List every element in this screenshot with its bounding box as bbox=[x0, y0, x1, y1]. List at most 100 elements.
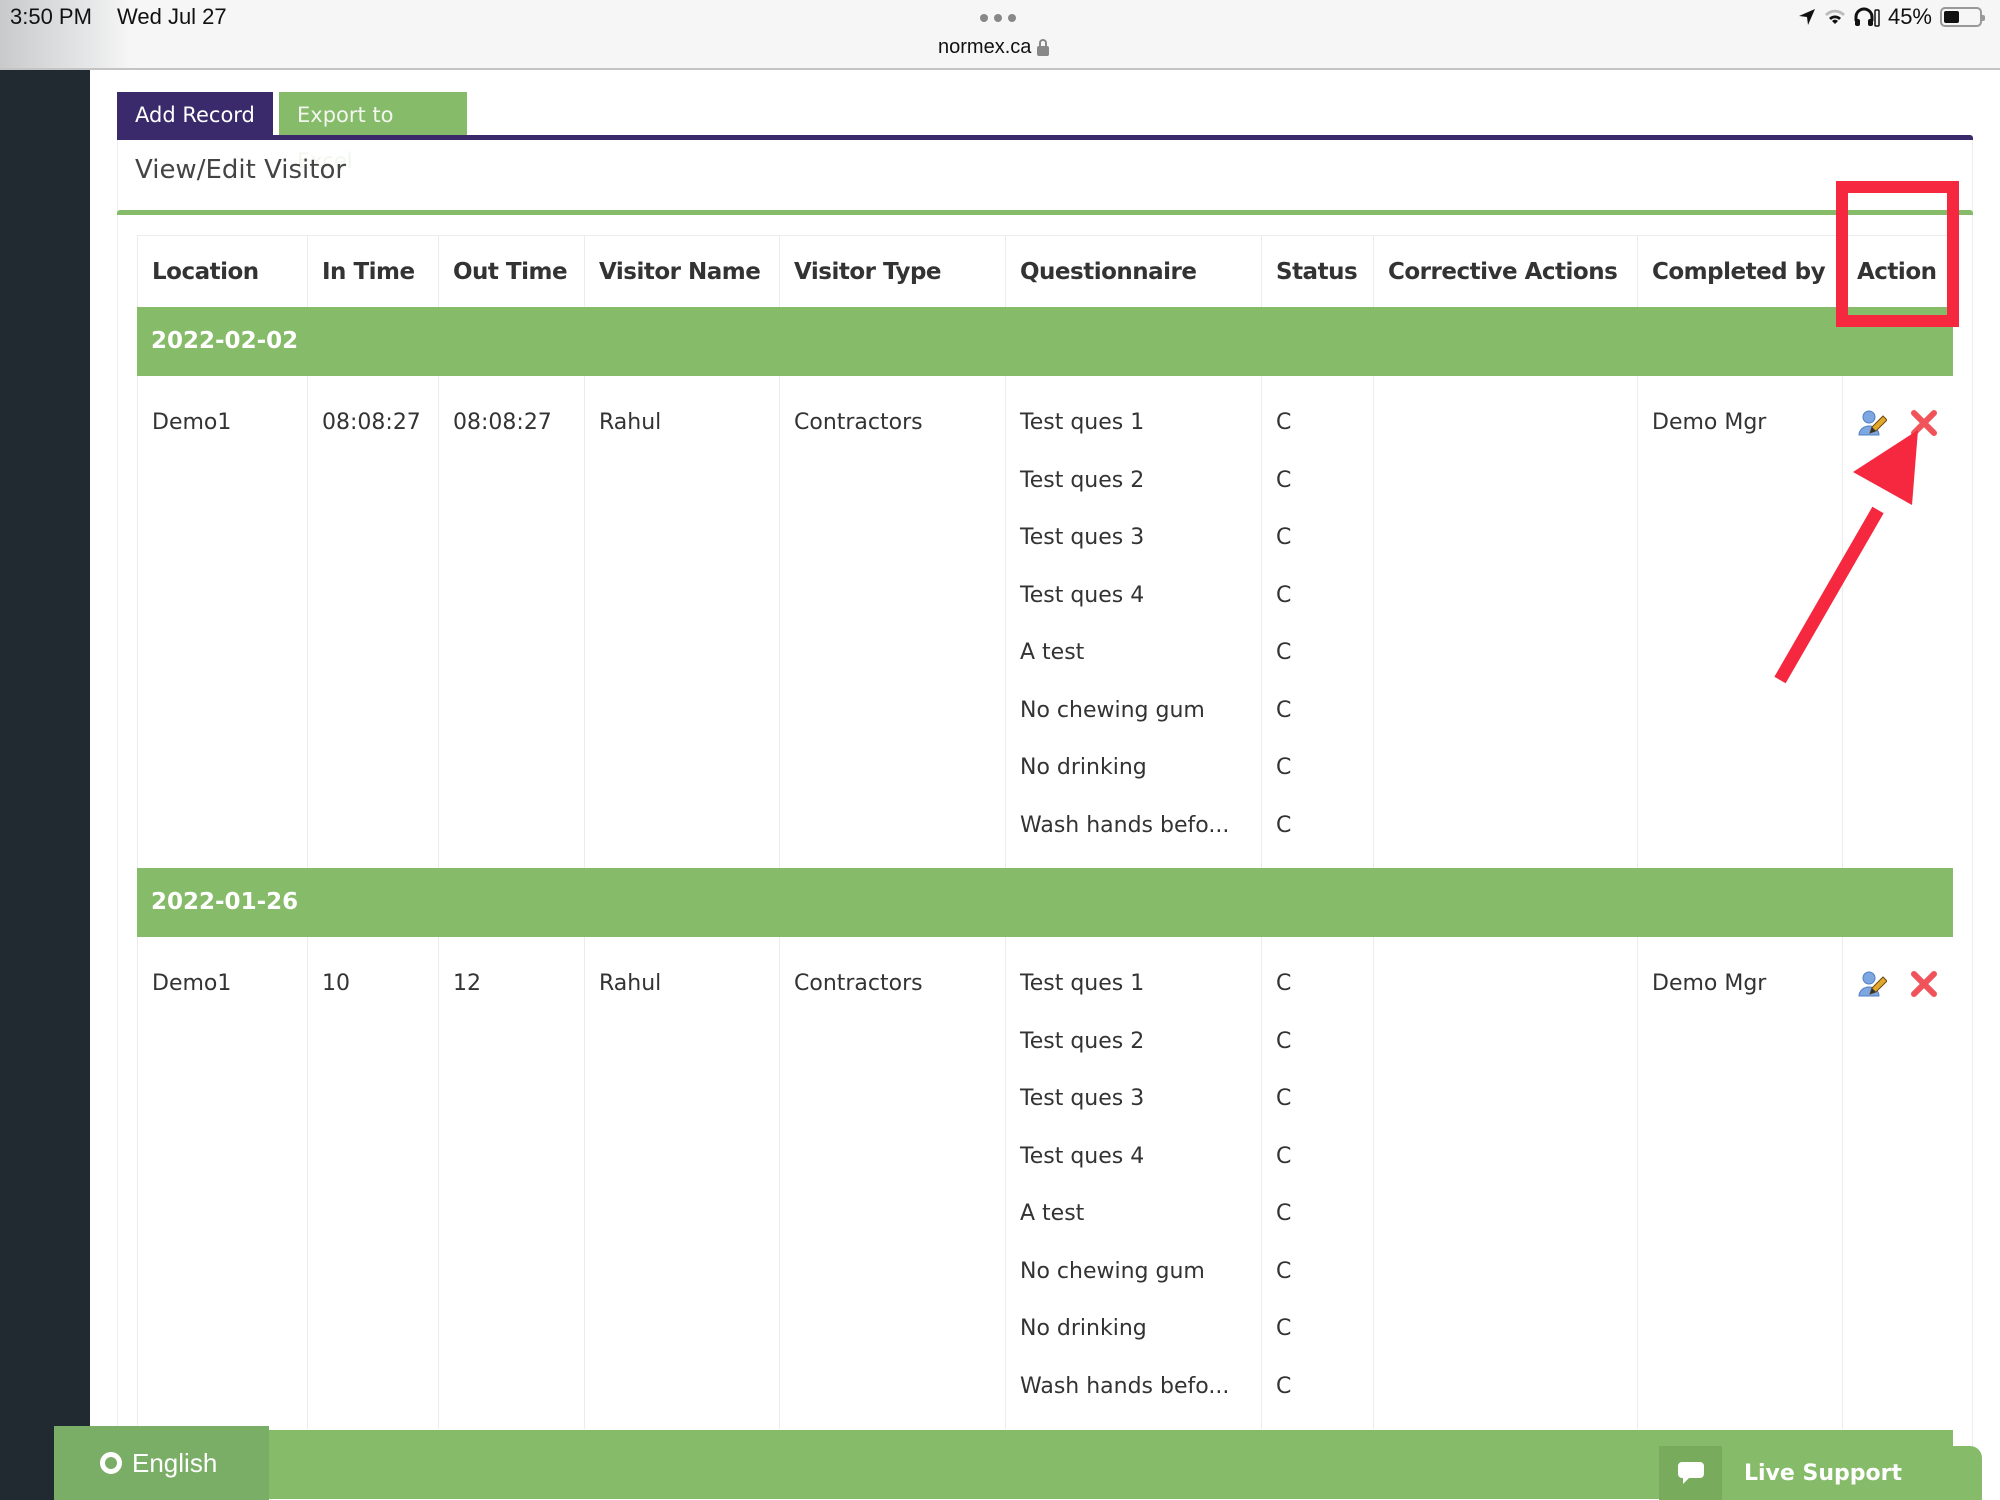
status-date: Wed Jul 27 bbox=[117, 4, 227, 29]
visitor-type-value: Contractors bbox=[794, 971, 923, 996]
add-record-button[interactable]: Add Record bbox=[117, 92, 273, 135]
column-header-completed-by: Completed by bbox=[1637, 236, 1842, 308]
status-value: C bbox=[1276, 1258, 1292, 1284]
address-bar[interactable]: normex.ca bbox=[938, 36, 1050, 59]
status-value: C bbox=[1276, 1028, 1292, 1054]
column-header-in-time: In Time bbox=[307, 236, 438, 308]
questionnaire-item: No drinking bbox=[1020, 755, 1147, 780]
questionnaire-item: No chewing gum bbox=[1020, 697, 1205, 723]
visitor-name-value: Rahul bbox=[599, 971, 662, 996]
status-value: C bbox=[1276, 812, 1292, 838]
cell-completed-by: Demo Mgr bbox=[1637, 376, 1842, 868]
group-date: 2022-01-26 bbox=[151, 889, 299, 915]
edit-user-icon[interactable] bbox=[1857, 969, 1887, 999]
cell-corrective-actions bbox=[1373, 937, 1637, 1429]
status-value: C bbox=[1276, 640, 1292, 665]
cell-action bbox=[1842, 376, 1953, 868]
questionnaire-item: Wash hands befo... bbox=[1020, 1373, 1230, 1399]
cell-visitor-type: Contractors bbox=[779, 376, 1005, 868]
column-header-out-time: Out Time bbox=[438, 236, 584, 308]
questionnaire-item: A test bbox=[1020, 1201, 1085, 1226]
questionnaire-item: Test ques 3 bbox=[1020, 1086, 1145, 1111]
globe-icon bbox=[100, 1452, 122, 1474]
visitor-name-value: Rahul bbox=[599, 410, 662, 435]
status-value: C bbox=[1276, 697, 1292, 723]
language-label: English bbox=[132, 1447, 218, 1478]
row-actions bbox=[1857, 955, 1953, 1013]
status-value: C bbox=[1276, 1373, 1292, 1399]
chat-bubble-icon bbox=[1659, 1446, 1722, 1500]
location-value: Demo1 bbox=[152, 971, 232, 996]
status-value: C bbox=[1276, 410, 1292, 435]
cell-corrective-actions bbox=[1373, 376, 1637, 868]
in-time-value: 10 bbox=[322, 971, 350, 996]
out-time-value: 12 bbox=[453, 971, 481, 996]
cell-status: C C C C C C C C bbox=[1261, 937, 1373, 1429]
cell-in-time: 08:08:27 bbox=[307, 376, 438, 868]
cell-out-time: 12 bbox=[438, 937, 584, 1429]
status-value: C bbox=[1276, 582, 1292, 608]
status-value: C bbox=[1276, 1201, 1292, 1226]
lock-icon bbox=[1037, 38, 1050, 56]
status-value: C bbox=[1276, 525, 1292, 550]
status-value: C bbox=[1276, 1316, 1292, 1341]
status-value: C bbox=[1276, 755, 1292, 780]
cell-out-time: 08:08:27 bbox=[438, 376, 584, 868]
questionnaire-item: Test ques 2 bbox=[1020, 467, 1145, 493]
multitasking-dots-icon[interactable] bbox=[980, 14, 1016, 22]
battery-icon bbox=[1940, 7, 1985, 27]
highlight-box-annotation bbox=[1836, 181, 1959, 327]
completed-by-value: Demo Mgr bbox=[1652, 410, 1767, 435]
questionnaire-item: Test ques 4 bbox=[1020, 1143, 1145, 1169]
cell-questionnaire: Test ques 1 Test ques 2 Test ques 3 Test qu… bbox=[1005, 376, 1261, 868]
questionnaire-item: Test ques 1 bbox=[1020, 410, 1145, 435]
panel-title-divider bbox=[117, 210, 1973, 215]
location-arrow-icon bbox=[1798, 9, 1815, 25]
column-header-corrective-actions: Corrective Actions bbox=[1373, 236, 1637, 308]
language-selector[interactable]: English bbox=[54, 1426, 269, 1500]
questionnaire-item: Test ques 3 bbox=[1020, 525, 1145, 550]
location-value: Demo1 bbox=[152, 410, 232, 435]
toolbar: Add Record Export to Excel bbox=[117, 92, 467, 173]
corrective-actions-value bbox=[1388, 394, 1637, 452]
export-to-excel-button[interactable]: Export to Excel bbox=[279, 92, 467, 173]
delete-icon[interactable] bbox=[1909, 408, 1939, 438]
questionnaire-item: Wash hands befo... bbox=[1020, 812, 1230, 838]
status-value: C bbox=[1276, 1086, 1292, 1111]
cell-visitor-type: Contractors bbox=[779, 937, 1005, 1429]
delete-icon[interactable] bbox=[1909, 969, 1939, 999]
visitor-type-value: Contractors bbox=[794, 410, 923, 435]
questionnaire-item: No drinking bbox=[1020, 1316, 1147, 1341]
in-time-value: 08:08:27 bbox=[322, 410, 421, 435]
column-header-visitor-name: Visitor Name bbox=[584, 236, 779, 308]
questionnaire-item: Test ques 4 bbox=[1020, 582, 1145, 608]
questionnaire-item: A test bbox=[1020, 640, 1085, 665]
questionnaire-item: Test ques 2 bbox=[1020, 1028, 1145, 1054]
status-value: C bbox=[1276, 1143, 1292, 1169]
cell-status: C C C C C C C C bbox=[1261, 376, 1373, 868]
edit-user-icon[interactable] bbox=[1857, 408, 1887, 438]
panel-title: View/Edit Visitor bbox=[135, 155, 347, 185]
status-value: C bbox=[1276, 971, 1292, 996]
cell-in-time: 10 bbox=[307, 937, 438, 1429]
cell-visitor-name: Rahul bbox=[584, 376, 779, 868]
corrective-actions-value bbox=[1388, 955, 1637, 1013]
table-row: Demo1 08:08:27 08:08:27 Rahul Contractors Tes… bbox=[137, 376, 1953, 868]
status-value: C bbox=[1276, 467, 1292, 493]
battery-percent: 45% bbox=[1887, 4, 1932, 29]
cell-questionnaire: Test ques 1 Test ques 2 Test ques 3 Test qu… bbox=[1005, 937, 1261, 1429]
live-support-label: Live Support bbox=[1744, 1460, 1902, 1486]
cell-visitor-name: Rahul bbox=[584, 937, 779, 1429]
live-support-button[interactable]: Live Support bbox=[1659, 1446, 1982, 1500]
status-time: 3:50 PM bbox=[10, 4, 92, 29]
table-header: Location In Time Out Time Visitor Name Visit… bbox=[137, 235, 1953, 308]
headphones-icon bbox=[1854, 7, 1880, 27]
status-indicators: 45% bbox=[1798, 4, 1985, 30]
ios-status-bar: 3:50 PM Wed Jul 27 normex.ca 45% bbox=[0, 0, 2000, 70]
battery-fill bbox=[1944, 11, 1959, 23]
date-group-row: 2022-02-02 bbox=[137, 307, 1953, 376]
cell-location: Demo1 bbox=[137, 937, 307, 1429]
column-header-location: Location bbox=[137, 236, 307, 308]
date-group-row: 2022-01-26 bbox=[137, 868, 1953, 937]
out-time-value: 08:08:27 bbox=[453, 410, 552, 435]
